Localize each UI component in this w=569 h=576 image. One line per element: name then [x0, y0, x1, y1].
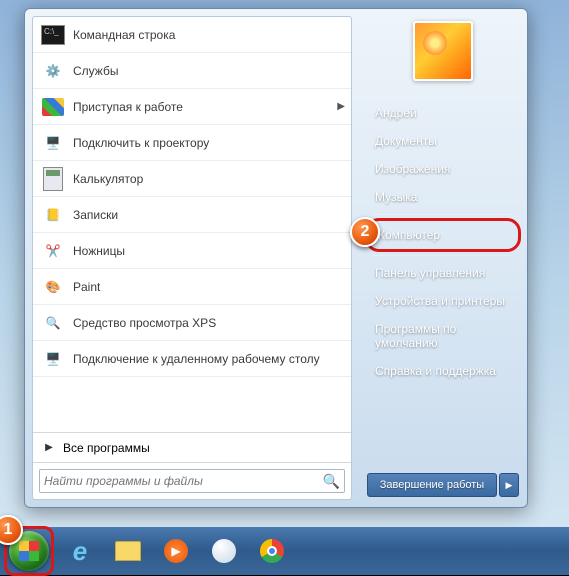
all-programs-button[interactable]: ▶ Все программы	[33, 432, 351, 462]
search-icon[interactable]: 🔍	[323, 473, 340, 490]
program-label: Paint	[73, 280, 345, 294]
program-label: Службы	[73, 64, 345, 78]
program-label: Командная строка	[73, 28, 345, 42]
taskbar-app-icon[interactable]	[202, 532, 246, 570]
taskbar: 1 e ▶	[0, 527, 569, 575]
right-item-computer[interactable]: Компьютер	[368, 221, 518, 249]
start-menu-right-pane: АндрейДокументыИзображенияМузыка Компьюте…	[359, 9, 527, 507]
program-label: Средство просмотра XPS	[73, 316, 345, 330]
right-item-2[interactable]: Изображения	[365, 155, 521, 183]
gear-icon: ⚙️	[39, 57, 67, 85]
search-box[interactable]: 🔍	[39, 469, 345, 493]
program-item-proj[interactable]: 🖥️ Подключить к проектору	[33, 125, 351, 161]
program-item-flag[interactable]: Приступая к работе▶	[33, 89, 351, 125]
program-item-cmd[interactable]: C:\_ Командная строка	[33, 17, 351, 53]
shutdown-options-button[interactable]: ▶	[499, 473, 519, 497]
all-programs-arrow-icon: ▶	[41, 442, 57, 453]
taskbar-internet-explorer-icon[interactable]: e	[58, 532, 102, 570]
proj-icon: 🖥️	[39, 129, 67, 157]
program-label: Записки	[73, 208, 345, 222]
search-input[interactable]	[44, 474, 323, 488]
program-item-scissors[interactable]: ✂️ Ножницы	[33, 233, 351, 269]
program-item-paint[interactable]: 🎨 Paint	[33, 269, 351, 305]
flag-icon	[39, 93, 67, 121]
right-item-0[interactable]: Андрей	[365, 99, 521, 127]
program-label: Калькулятор	[73, 172, 345, 186]
taskbar-media-player-icon[interactable]: ▶	[154, 532, 198, 570]
rdp-icon: 🖥️	[39, 345, 67, 373]
program-item-rdp[interactable]: 🖥️ Подключение к удаленному рабочему стол…	[33, 341, 351, 377]
paint-icon: 🎨	[39, 273, 67, 301]
program-item-gear[interactable]: ⚙️ Службы	[33, 53, 351, 89]
all-programs-label: Все программы	[63, 441, 150, 455]
program-item-xps[interactable]: 🔍 Средство просмотра XPS	[33, 305, 351, 341]
program-label: Подключение к удаленному рабочему столу	[73, 352, 345, 366]
program-label: Приступая к работе	[73, 100, 337, 114]
separator	[373, 255, 513, 256]
cmd-icon: C:\_	[39, 21, 67, 49]
notes-icon: 📒	[39, 201, 67, 229]
callout-2: 2	[350, 217, 380, 247]
right-item-3[interactable]: Музыка	[365, 183, 521, 211]
taskbar-chrome-icon[interactable]	[250, 532, 294, 570]
right-item-7[interactable]: Программы по умолчанию	[365, 315, 521, 357]
search-row: 🔍	[33, 462, 351, 499]
right-item-1[interactable]: Документы	[365, 127, 521, 155]
right-item-5[interactable]: Панель управления	[365, 259, 521, 287]
shutdown-row: Завершение работы ▶	[365, 469, 521, 499]
user-picture[interactable]	[413, 21, 473, 81]
computer-highlight: Компьютер2	[365, 218, 521, 252]
start-menu-left-pane: C:\_ Командная строка ⚙️ Службы Приступая к …	[32, 16, 352, 500]
right-item-8[interactable]: Справка и поддержка	[365, 357, 521, 385]
calc-icon	[39, 165, 67, 193]
scissors-icon: ✂️	[39, 237, 67, 265]
program-label: Ножницы	[73, 244, 345, 258]
right-item-6[interactable]: Устройства и принтеры	[365, 287, 521, 315]
start-button-highlight: 1	[4, 526, 54, 576]
separator	[373, 214, 513, 215]
xps-icon: 🔍	[39, 309, 67, 337]
program-item-calc[interactable]: Калькулятор	[33, 161, 351, 197]
program-label: Подключить к проектору	[73, 136, 345, 150]
shutdown-button[interactable]: Завершение работы	[367, 473, 497, 497]
program-item-notes[interactable]: 📒 Записки	[33, 197, 351, 233]
taskbar-explorer-icon[interactable]	[106, 532, 150, 570]
start-menu: C:\_ Командная строка ⚙️ Службы Приступая к …	[24, 8, 528, 508]
program-list: C:\_ Командная строка ⚙️ Службы Приступая к …	[33, 17, 351, 432]
submenu-arrow-icon: ▶	[337, 101, 345, 112]
